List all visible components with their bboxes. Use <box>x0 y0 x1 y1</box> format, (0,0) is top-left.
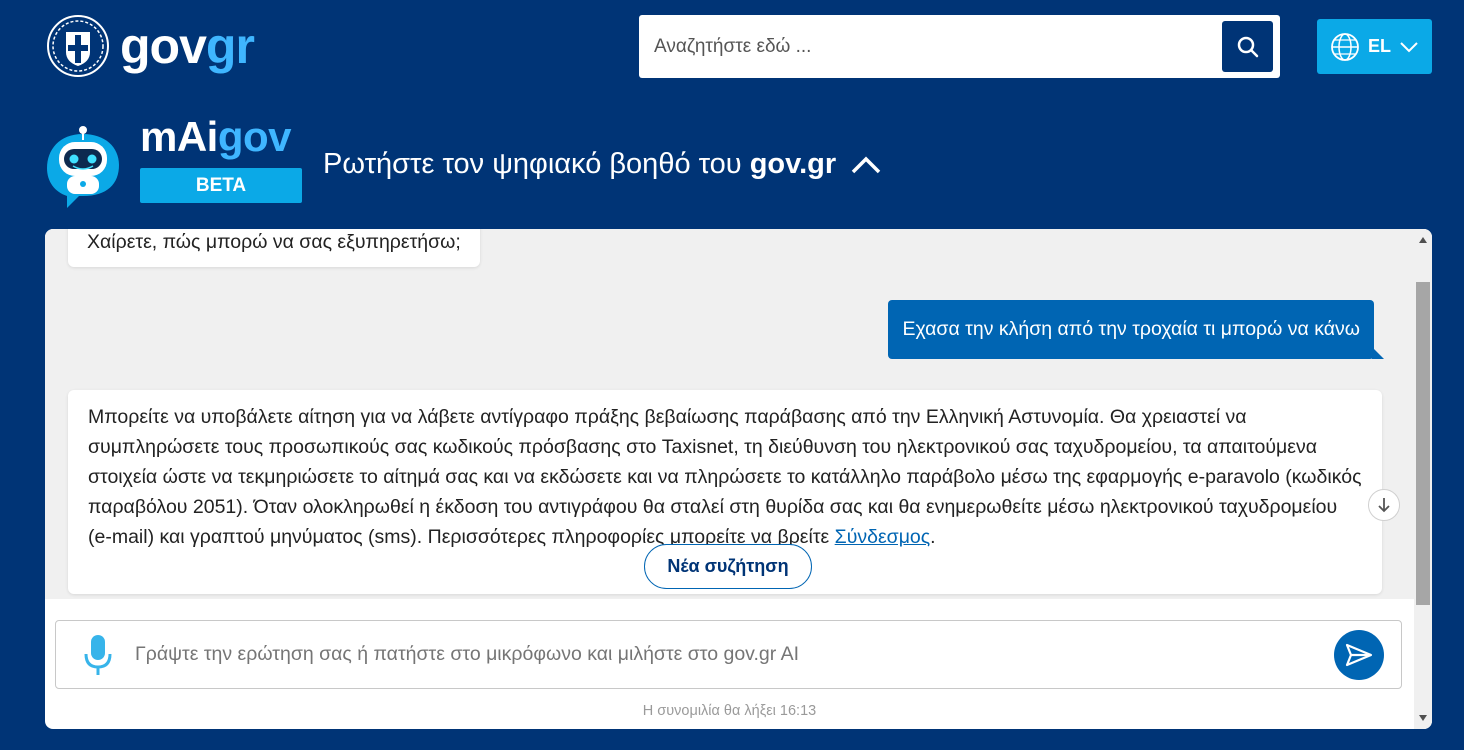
maigov-brand: mAigov BETA <box>140 116 302 203</box>
beta-badge: BETA <box>140 168 302 203</box>
question-input[interactable] <box>113 621 1334 688</box>
user-message: Εχασα την κλήση από την τροχαία τι μπορώ… <box>888 300 1384 359</box>
new-chat-button[interactable]: Νέα συζήτηση <box>644 544 812 589</box>
globe-icon <box>1331 32 1359 61</box>
send-button[interactable] <box>1334 629 1384 680</box>
tagline-text: Ρωτήστε τον ψηφιακό βοηθό του gov.gr <box>323 148 837 180</box>
chevron-up-icon[interactable] <box>850 155 882 175</box>
search-button[interactable] <box>1222 21 1273 72</box>
chat-scrollbar[interactable] <box>1414 229 1432 729</box>
message-composer <box>55 620 1402 689</box>
microphone-icon <box>84 634 112 675</box>
send-icon <box>1345 643 1373 666</box>
scroll-down-arrow-icon[interactable] <box>1419 715 1427 721</box>
site-search <box>639 15 1280 78</box>
govgr-wordmark: govgr <box>120 18 255 74</box>
search-icon <box>1237 36 1258 57</box>
maigov-wordmark: mAigov <box>140 113 292 160</box>
language-code: EL <box>1367 36 1391 56</box>
assistant-tagline[interactable]: Ρωτήστε τον ψηφιακό βοηθό του gov.gr <box>323 148 882 181</box>
session-expiry-note: Η συνομιλία θα λήξει 16:13 <box>642 703 817 719</box>
microphone-button[interactable] <box>83 633 113 677</box>
answer-end: . <box>930 526 936 548</box>
chat-panel: Χαίρετε, πώς μπορώ να σας εξυπηρετήσω; Ε… <box>45 229 1432 729</box>
bot-greeting-message: Χαίρετε, πώς μπορώ να σας εξυπηρετήσω; <box>68 229 480 267</box>
search-input[interactable] <box>639 15 1222 78</box>
govgr-logo[interactable]: govgr <box>46 14 255 78</box>
scroll-down-button[interactable] <box>1368 489 1400 521</box>
chevron-down-icon <box>1400 41 1418 52</box>
answer-link[interactable]: Σύνδεσμος <box>835 526 931 548</box>
scroll-up-arrow-icon[interactable] <box>1419 237 1427 243</box>
answer-text: Μπορείτε να υποβάλετε αίτηση για να λάβε… <box>88 406 1362 548</box>
message-list: Χαίρετε, πώς μπορώ να σας εξυπηρετήσω; Ε… <box>45 229 1414 599</box>
language-selector[interactable]: EL <box>1317 19 1432 74</box>
scrollbar-thumb[interactable] <box>1416 282 1430 605</box>
robot-avatar-icon <box>47 126 119 208</box>
greek-seal-icon <box>47 15 109 77</box>
arrow-down-icon <box>1378 498 1390 513</box>
